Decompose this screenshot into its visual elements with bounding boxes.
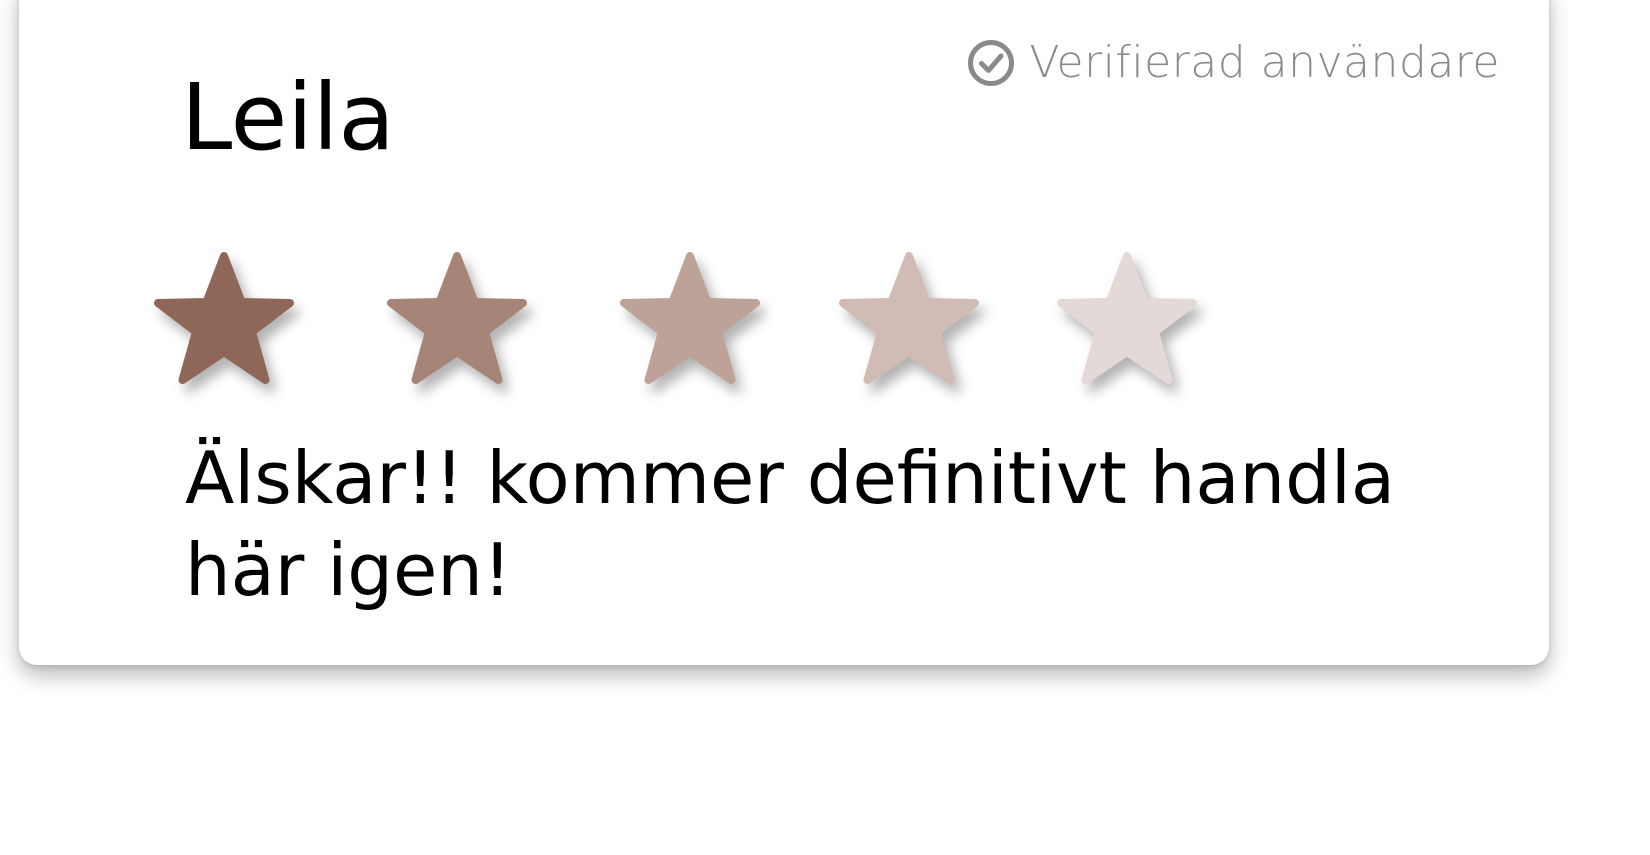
star-icon	[149, 252, 299, 398]
check-circle-icon	[967, 39, 1015, 87]
star-icon	[615, 252, 765, 398]
reviewer-name: Leila	[181, 64, 395, 171]
star-icon	[834, 252, 984, 398]
star-icon	[382, 252, 532, 398]
verified-label: Verifierad användare	[1029, 37, 1500, 88]
review-card: Verifierad användare Leila Älskar!! komm…	[19, 0, 1549, 665]
star-rating	[149, 252, 1219, 402]
review-text: Älskar!! kommer definitivt handla här ig…	[185, 436, 1395, 612]
verified-badge: Verifierad användare	[967, 35, 1500, 91]
star-icon	[1052, 252, 1202, 398]
